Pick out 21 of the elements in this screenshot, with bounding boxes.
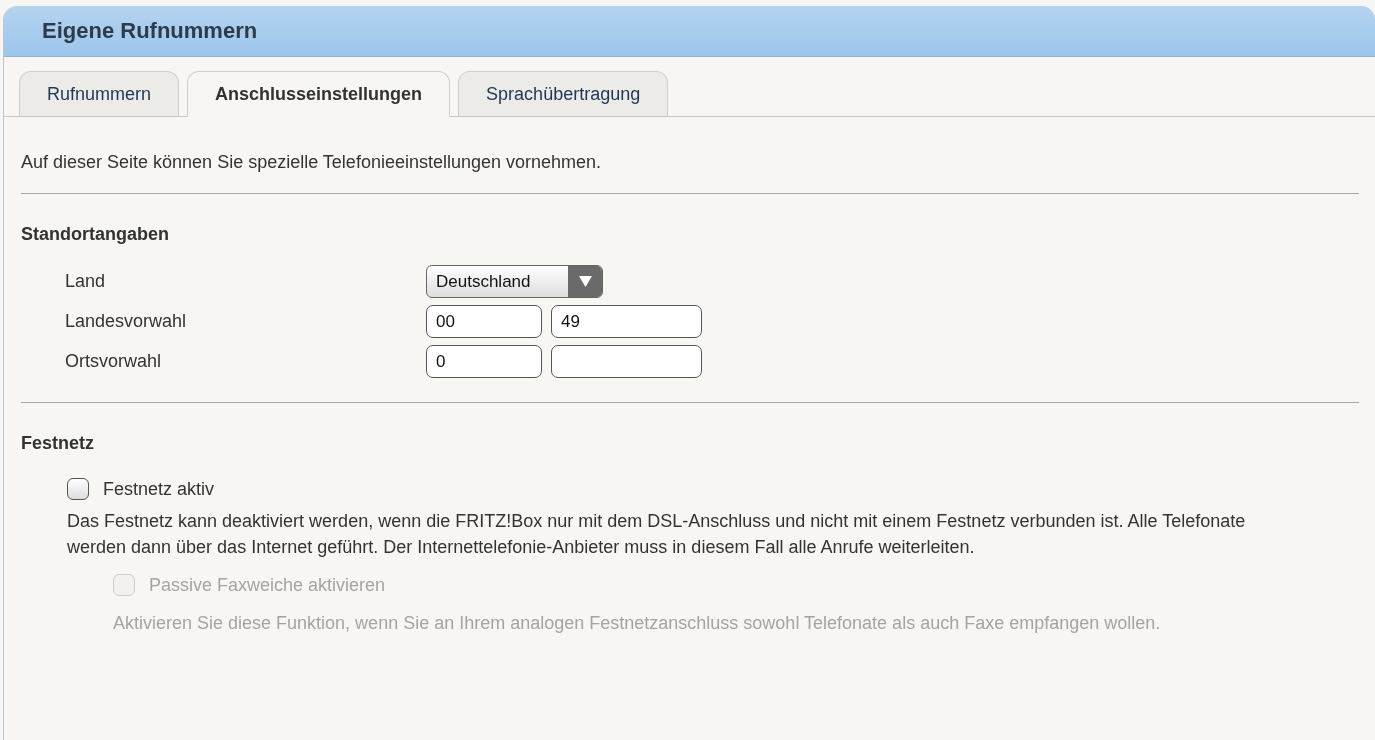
dropdown-arrow-icon — [578, 276, 592, 287]
checkbox-label: Passive Faxweiche aktivieren — [149, 574, 386, 596]
section-heading: Standortangaben — [21, 224, 170, 245]
input-field[interactable] — [551, 345, 702, 378]
input-field[interactable]: 49 — [551, 305, 702, 338]
section-heading: Festnetz — [21, 433, 95, 454]
intro-text: Auf dieser Seite können Sie spezielle Telefonieeinstellungen vornehmen. — [21, 152, 603, 173]
checkbox[interactable] — [67, 478, 89, 500]
option-description: Aktivieren Sie diese Funktion, wenn Sie an Ihrem analogen Festnetzanschluss sowohl Telefonate als auch Faxe empfangen wollen. — [113, 612, 1162, 635]
tab[interactable]: Rufnummern — [19, 71, 180, 117]
option-description: Das Festnetz kann deaktiviert werden, wenn die FRITZ!Box nur mit dem DSL-Anschluss und nicht mit einem Festnetz verbunden ist. Alle Telefonate werden dann über das Internet geführt. Der Internettelefonie-Anbieter muss in diesem Fall alle Anrufe weiterleiten. — [67, 510, 1247, 559]
window-title: Eigene Rufnummern — [42, 18, 258, 44]
country-dropdown[interactable]: Deutschland — [426, 265, 603, 298]
input-field[interactable]: 0 — [426, 345, 542, 378]
field-label: Ortsvorwahl — [65, 351, 163, 372]
tab[interactable]: Sprachübertragung — [458, 71, 669, 117]
tab[interactable]: Anschlusseinstellungen — [187, 71, 451, 117]
field-label: Landesvorwahl — [65, 311, 188, 332]
field-label: Land — [65, 271, 107, 292]
checkbox-label: Festnetz aktiv — [103, 478, 215, 500]
input-field[interactable]: 00 — [426, 305, 542, 338]
